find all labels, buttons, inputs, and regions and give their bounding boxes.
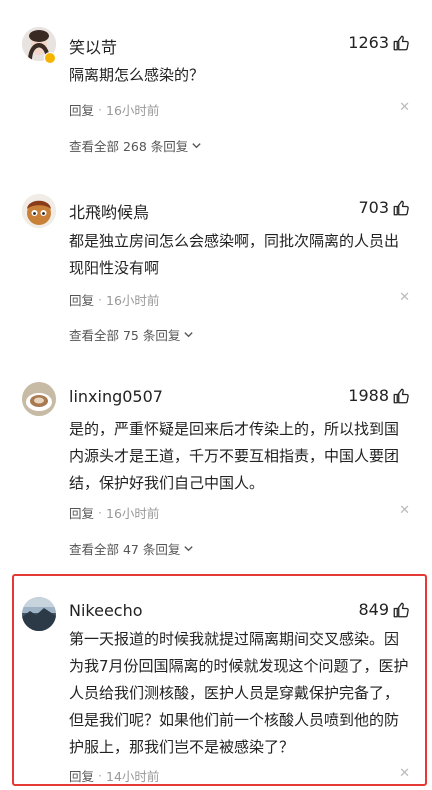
view-all-label: 查看全部 47 条回复	[69, 542, 181, 557]
comment-meta: 回复 · 16小时前	[69, 503, 159, 522]
reply-button[interactable]: 回复	[69, 766, 94, 785]
separator: ·	[98, 505, 102, 520]
comment-meta: 回复 · 16小时前	[69, 100, 159, 119]
separator: ·	[98, 768, 102, 783]
username[interactable]: linxing0507	[69, 387, 163, 406]
close-icon[interactable]: ✕	[399, 503, 410, 518]
like-button[interactable]: 849	[358, 600, 410, 619]
timestamp: 16小时前	[106, 293, 160, 308]
thumbs-up-icon	[393, 35, 409, 50]
username[interactable]: Nikeecho	[69, 601, 143, 620]
like-count: 849	[358, 600, 389, 619]
separator: ·	[98, 292, 102, 307]
view-all-replies-button[interactable]: 查看全部 268 条回复	[69, 136, 202, 155]
like-button[interactable]: 703	[358, 198, 410, 217]
timestamp: 16小时前	[106, 103, 160, 118]
view-all-label: 查看全部 75 条回复	[69, 328, 181, 343]
thumbs-up-icon	[393, 602, 409, 617]
view-all-label: 查看全部 268 条回复	[69, 139, 189, 154]
verified-badge-icon	[44, 52, 56, 64]
comment-meta: 回复 · 14小时前	[69, 766, 159, 785]
avatar[interactable]	[22, 194, 56, 228]
like-button[interactable]: 1263	[348, 33, 410, 52]
view-all-replies-button[interactable]: 查看全部 47 条回复	[69, 539, 194, 558]
chevron-down-icon	[184, 332, 194, 338]
comment-meta: 回复 · 16小时前	[69, 290, 159, 309]
timestamp: 16小时前	[106, 506, 160, 521]
avatar[interactable]	[22, 597, 56, 631]
username[interactable]: 北飛哟候鳥	[69, 199, 149, 223]
comment-text: 是的，严重怀疑是回来后才传染上的，所以找到国内源头才是王道，千万不要互相指责，中…	[69, 420, 400, 492]
like-button[interactable]: 1988	[348, 386, 410, 405]
thumbs-up-icon	[393, 200, 409, 215]
close-icon[interactable]: ✕	[399, 766, 410, 781]
chevron-down-icon	[184, 546, 194, 552]
username[interactable]: 笑以苛	[69, 34, 117, 58]
like-count: 1263	[348, 33, 389, 52]
reply-button[interactable]: 回复	[69, 100, 94, 119]
separator: ·	[98, 102, 102, 117]
comment-text: 隔离期怎么感染的？	[69, 66, 205, 84]
view-all-replies-button[interactable]: 查看全部 75 条回复	[69, 325, 194, 344]
avatar[interactable]	[22, 382, 56, 416]
like-count: 1988	[348, 386, 389, 405]
timestamp: 14小时前	[106, 769, 160, 784]
like-count: 703	[358, 198, 389, 217]
close-icon[interactable]: ✕	[399, 290, 410, 305]
comment-text: 都是独立房间怎么会感染啊，同批次隔离的人员出现阳性没有啊	[69, 232, 400, 277]
comment-text: 第一天报道的时候我就提过隔离期间交叉感染。因为我7月份回国隔离的时候就发现这个问…	[69, 630, 409, 756]
thumbs-up-icon	[393, 388, 409, 403]
reply-button[interactable]: 回复	[69, 290, 94, 309]
close-icon[interactable]: ✕	[399, 100, 410, 115]
reply-button[interactable]: 回复	[69, 503, 94, 522]
chevron-down-icon	[192, 143, 201, 149]
